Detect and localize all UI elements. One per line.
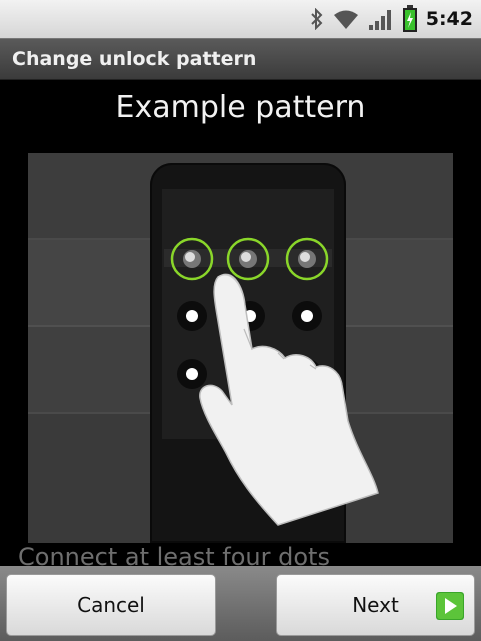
next-button[interactable]: Next [276,574,475,636]
signal-icon [368,7,394,31]
cancel-button-label: Cancel [77,593,145,617]
status-icons: 5:42 [310,0,473,38]
pattern-grid [164,237,379,526]
example-pattern-illustration [28,153,453,543]
button-bar: Cancel Next [0,566,481,641]
clock: 5:42 [425,8,473,30]
page-heading: Example pattern [115,90,366,125]
arrow-right-icon [436,592,464,625]
next-button-label: Next [352,593,399,617]
title-bar: Change unlock pattern [0,38,481,80]
screen-title: Change unlock pattern [12,48,257,70]
cancel-button[interactable]: Cancel [6,574,216,636]
battery-charging-icon [402,5,418,33]
instruction-text: Connect at least four dots [18,543,330,567]
bluetooth-icon [310,8,324,30]
hand-pointer-icon [199,273,379,526]
status-bar: 5:42 [0,0,481,38]
wifi-icon [332,8,360,30]
